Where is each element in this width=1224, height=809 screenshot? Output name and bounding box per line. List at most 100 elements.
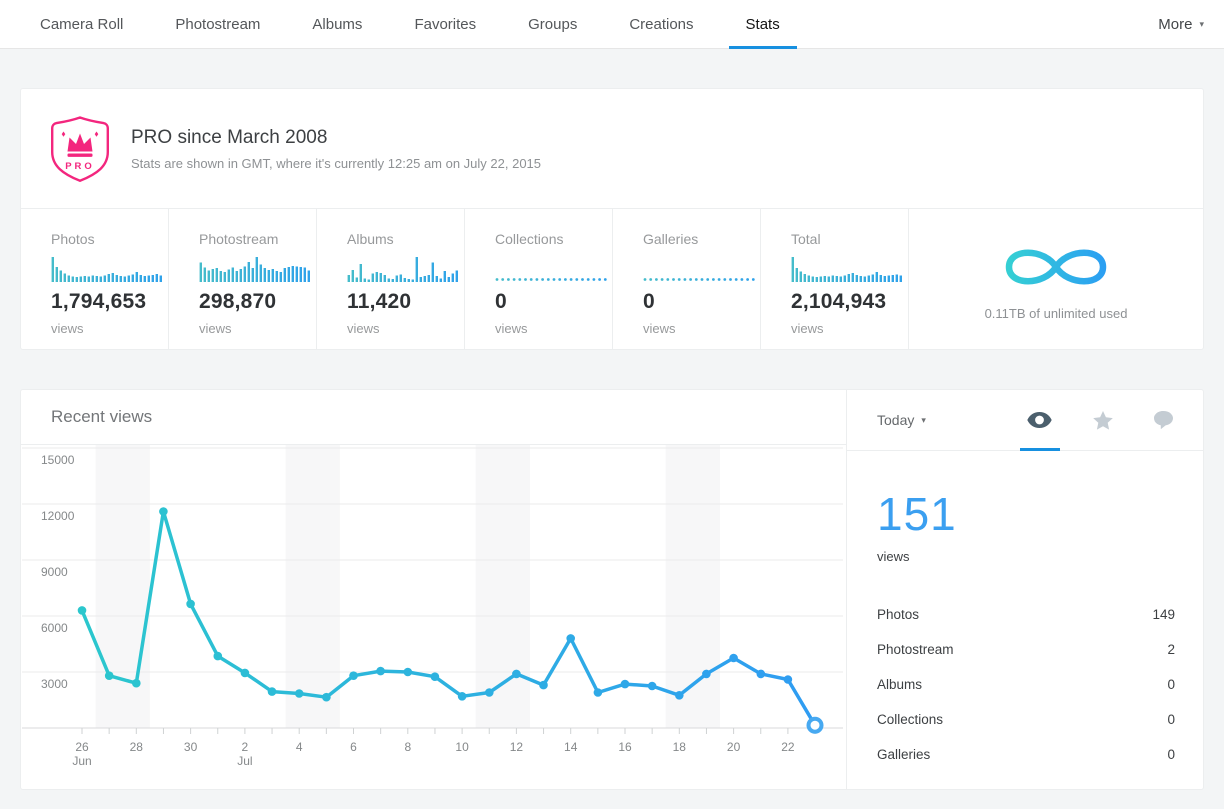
x-axis-label: 26 [75, 740, 89, 754]
nav-item-camera-roll[interactable]: Camera Roll [14, 0, 149, 48]
x-axis-label: 2 [242, 740, 249, 754]
nav-more[interactable]: More ▾ [1138, 0, 1224, 48]
nav-item-creations[interactable]: Creations [603, 0, 719, 48]
top-nav: Camera RollPhotostreamAlbumsFavoritesGro… [0, 0, 1224, 49]
comment-icon [1154, 411, 1173, 429]
chart-point[interactable] [295, 689, 304, 698]
albums-sparkline [347, 256, 459, 282]
pro-title: PRO since March 2008 [131, 127, 541, 149]
chart-point[interactable] [648, 682, 657, 691]
stat-card-photostream[interactable]: Photostream298,870views [169, 209, 317, 349]
views-breakdown-list: Photos149Photostream2Albums0Collections0… [877, 597, 1175, 772]
nav-item-groups[interactable]: Groups [502, 0, 603, 48]
chart-point[interactable] [214, 652, 223, 661]
breakdown-label: Galleries [877, 747, 930, 762]
chart-point[interactable] [621, 680, 630, 689]
stat-card-label: Galleries [643, 231, 760, 247]
x-axis-label: 6 [350, 740, 357, 754]
chart-point[interactable] [539, 681, 548, 690]
breakdown-row-galleries[interactable]: Galleries0 [877, 737, 1175, 772]
recent-views-chart: 300060009000120001500026Jun28302Jul46810… [21, 445, 844, 784]
weekend-band [476, 445, 530, 728]
chart-point[interactable] [512, 670, 521, 679]
chart-point[interactable] [376, 667, 385, 676]
chart-point[interactable] [241, 669, 250, 678]
breakdown-value: 0 [1167, 712, 1175, 727]
breakdown-value: 2 [1167, 642, 1175, 657]
nav-item-albums[interactable]: Albums [286, 0, 388, 48]
x-axis-month-label: Jul [237, 754, 252, 768]
photostream-sparkline [199, 256, 311, 282]
recent-views-chart-area: 300060009000120001500026Jun28302Jul46810… [21, 445, 846, 789]
chart-point[interactable] [322, 693, 331, 702]
chart-point[interactable] [485, 688, 494, 697]
chart-point[interactable] [186, 600, 195, 609]
x-axis-label: 20 [727, 740, 741, 754]
breakdown-row-photos[interactable]: Photos 149 [877, 597, 1175, 632]
chart-point[interactable] [458, 692, 467, 701]
recent-views-title: Recent views [51, 407, 152, 427]
chart-point[interactable] [729, 654, 738, 663]
chart-point[interactable] [675, 691, 684, 700]
recent-views-header: Recent views [21, 390, 846, 445]
stat-card-photos[interactable]: Photos1,794,653views [21, 209, 169, 349]
x-axis-label: 14 [564, 740, 578, 754]
nav-item-photostream[interactable]: Photostream [149, 0, 286, 48]
photos-sparkline [51, 256, 163, 282]
eye-icon [1027, 412, 1052, 428]
views-count-unit: views [877, 549, 1175, 564]
stat-card-unit: views [495, 321, 612, 336]
stat-card-unit: views [347, 321, 464, 336]
nav-item-stats[interactable]: Stats [720, 0, 806, 48]
stat-card-value: 11,420 [347, 290, 464, 314]
chart-point-today[interactable] [809, 719, 822, 732]
nav-more-label: More [1158, 16, 1192, 33]
breakdown-label: Photos [877, 607, 919, 622]
x-axis-month-label: Jun [72, 754, 91, 768]
chart-point[interactable] [268, 687, 277, 696]
breakdown-row-collections[interactable]: Collections0 [877, 702, 1175, 737]
stat-card-unit: views [199, 321, 316, 336]
chart-point[interactable] [105, 671, 114, 680]
stat-card-collections[interactable]: Collections0views [465, 209, 613, 349]
x-axis-label: 16 [618, 740, 632, 754]
nav-item-favorites[interactable]: Favorites [388, 0, 502, 48]
stat-card-value: 0 [495, 290, 612, 314]
breakdown-value: 149 [1152, 607, 1175, 622]
y-axis-label: 3000 [41, 677, 68, 691]
stat-card-value: 0 [643, 290, 760, 314]
stat-card-value: 298,870 [199, 290, 316, 314]
chart-point[interactable] [594, 688, 603, 697]
stat-card-galleries[interactable]: Galleries0views [613, 209, 761, 349]
stat-card-label: Albums [347, 231, 464, 247]
chart-point[interactable] [784, 675, 793, 684]
chart-point[interactable] [431, 672, 440, 681]
chart-point[interactable] [757, 670, 766, 679]
breakdown-row-albums[interactable]: Albums 0 [877, 667, 1175, 702]
chart-point[interactable] [159, 507, 168, 516]
chart-point[interactable] [404, 668, 413, 677]
chart-point[interactable] [702, 670, 711, 679]
chart-point[interactable] [566, 634, 575, 643]
breakdown-row-photostream[interactable]: Photostream 2 [877, 632, 1175, 667]
breakdown-label: Albums [877, 677, 922, 692]
breakdown-label: Photostream [877, 642, 954, 657]
tab-comments[interactable] [1154, 411, 1173, 429]
period-label: Today [877, 412, 914, 428]
x-axis-label: 4 [296, 740, 303, 754]
x-axis-label: 8 [404, 740, 411, 754]
chart-point[interactable] [78, 606, 87, 615]
chart-point[interactable] [132, 679, 141, 688]
pro-badge-icon: PRO [51, 116, 109, 182]
stat-card-total[interactable]: Total2,104,943views [761, 209, 909, 349]
stat-card-albums[interactable]: Albums 11,420 views [317, 209, 465, 349]
x-axis-label: 12 [510, 740, 524, 754]
tab-views[interactable] [1027, 412, 1052, 428]
breakdown-value: 0 [1167, 677, 1175, 692]
x-axis-label: 10 [455, 740, 469, 754]
period-dropdown[interactable]: Today ▾ [877, 412, 926, 428]
chart-point[interactable] [349, 671, 358, 680]
pro-badge-label: PRO [65, 161, 95, 172]
tab-favorites[interactable] [1093, 411, 1113, 430]
stat-card-unit: views [791, 321, 908, 336]
